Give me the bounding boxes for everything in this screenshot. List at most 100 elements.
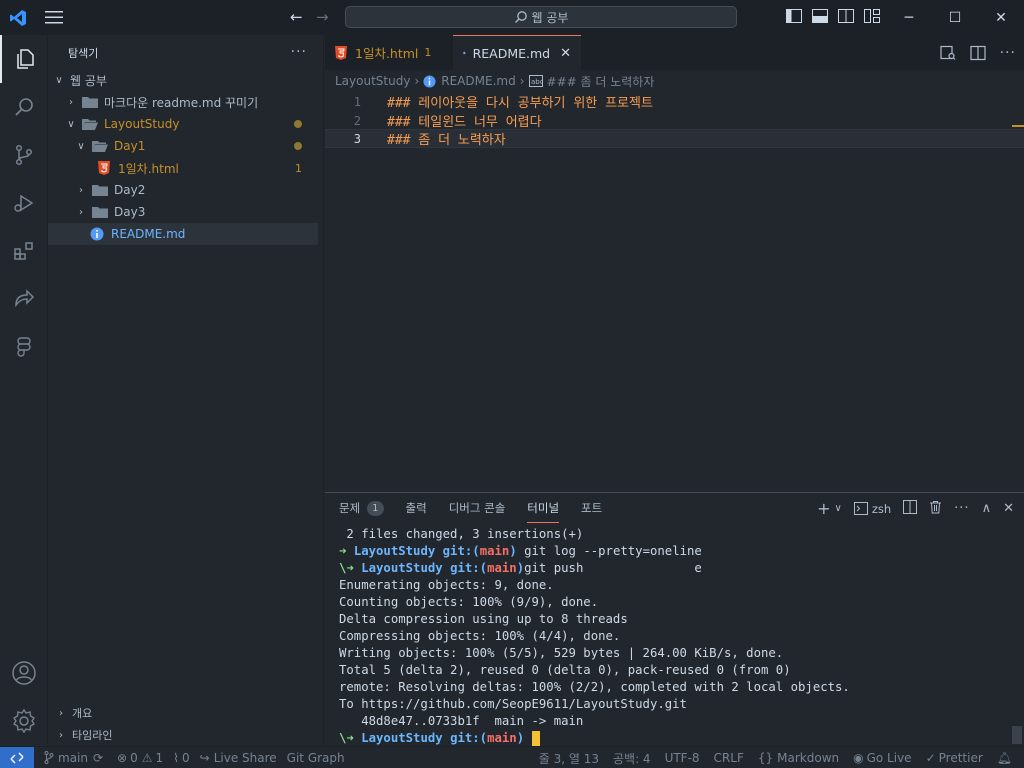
- breadcrumb-separator-icon: ›: [414, 74, 420, 88]
- open-preview-icon[interactable]: [940, 45, 956, 64]
- terminal-command: git log --pretty=oneline: [516, 544, 702, 558]
- tree-folder-day2[interactable]: › Day2: [48, 179, 318, 201]
- tab-debug-console[interactable]: 디버그 콘솔: [449, 493, 506, 523]
- shell-name: zsh: [871, 501, 892, 516]
- run-debug-icon[interactable]: [0, 179, 48, 227]
- close-tab-icon[interactable]: ✕: [560, 46, 571, 61]
- live-share-icon[interactable]: [0, 275, 48, 323]
- language-mode[interactable]: {} Markdown: [758, 751, 839, 765]
- prompt-arrow: ➜: [339, 544, 347, 558]
- explorer-icon[interactable]: [0, 35, 48, 83]
- breadcrumb-symbol[interactable]: ### 좀 더 노력하자: [547, 73, 655, 90]
- prettier-status[interactable]: ✓ Prettier: [926, 751, 983, 765]
- back-arrow-icon[interactable]: ←: [290, 9, 306, 25]
- go-live-status[interactable]: ◉ Go Live: [853, 751, 911, 765]
- breadcrumb-file[interactable]: README.md: [441, 74, 515, 88]
- tab-day1-html[interactable]: 1일차.html 1: [325, 35, 453, 70]
- overview-ruler-marker: [1012, 125, 1024, 127]
- braces-icon: {}: [757, 751, 774, 765]
- workspace-root[interactable]: ∨ 웹 공부: [48, 69, 318, 91]
- terminal-shell-selector[interactable]: zsh: [853, 501, 892, 516]
- branch-status[interactable]: main ⟳: [44, 751, 103, 765]
- terminal-icon: [853, 502, 868, 515]
- toggle-primary-sidebar-icon[interactable]: [786, 9, 804, 25]
- tree-file-day1-html[interactable]: 1일차.html 1: [48, 157, 318, 179]
- forward-arrow-icon[interactable]: →: [316, 9, 332, 25]
- terminal-output[interactable]: 2 files changed, 3 insertions(+) ➜ Layout…: [339, 526, 1019, 747]
- close-panel-icon[interactable]: ✕: [1003, 501, 1014, 516]
- tab-output[interactable]: 출력: [406, 493, 427, 523]
- trash-icon[interactable]: [929, 500, 942, 518]
- go-live-icon: ◉: [853, 751, 864, 765]
- figma-icon[interactable]: [0, 323, 48, 371]
- ports-status[interactable]: ⌇ 0: [173, 751, 190, 765]
- code-line-current: 3 ### 좀 더 노력하자: [325, 129, 1024, 148]
- more-actions-icon[interactable]: ···: [954, 501, 969, 516]
- minimize-button[interactable]: ─: [886, 0, 932, 35]
- search-icon: [514, 11, 527, 23]
- close-window-button[interactable]: ✕: [978, 0, 1024, 35]
- tree-file-readme[interactable]: README.md: [48, 223, 318, 245]
- cursor-position[interactable]: 줄 3, 열 13: [539, 750, 599, 767]
- tree-item-label: Day3: [114, 205, 146, 219]
- info-icon: [463, 51, 466, 55]
- tab-ports[interactable]: 포트: [581, 493, 602, 523]
- settings-gear-icon[interactable]: [0, 697, 48, 745]
- chevron-down-icon: ∨: [67, 118, 75, 130]
- terminal-cursor: [531, 731, 540, 746]
- explorer-sidebar: 탐색기 ··· ∨ 웹 공부 › 마크다운 readme.md 꾸미기 ∨ La…: [48, 35, 324, 745]
- maximize-button[interactable]: ☐: [932, 0, 978, 35]
- prompt-branch: main: [479, 544, 510, 558]
- tree-folder-day1[interactable]: ∨ Day1: [48, 135, 318, 157]
- accounts-icon[interactable]: [0, 649, 48, 697]
- tree-folder-layoutstudy[interactable]: ∨ LayoutStudy: [48, 113, 318, 135]
- remote-indicator-icon[interactable]: [0, 746, 34, 768]
- tab-readme[interactable]: README.md ✕: [453, 35, 581, 70]
- ports-count: 0: [182, 750, 190, 765]
- chevron-down-icon[interactable]: ∨: [835, 503, 842, 514]
- more-actions-icon[interactable]: ···: [1000, 45, 1016, 64]
- prompt-git-close: ): [509, 544, 517, 558]
- command-center-search[interactable]: 웹 공부: [345, 6, 737, 28]
- tab-problems[interactable]: 문제 1: [339, 493, 384, 523]
- terminal-scrollbar[interactable]: [1012, 726, 1022, 744]
- source-control-icon[interactable]: [0, 131, 48, 179]
- outline-section[interactable]: › 개요: [48, 702, 324, 724]
- customize-layout-icon[interactable]: [864, 9, 882, 25]
- toggle-panel-icon[interactable]: [812, 9, 830, 25]
- split-editor-icon[interactable]: [970, 45, 986, 64]
- chevron-down-icon: ∨: [77, 140, 85, 152]
- tree-folder-day3[interactable]: › Day3: [48, 201, 318, 223]
- new-terminal-icon[interactable]: +: [817, 499, 830, 518]
- breadcrumb-folder[interactable]: LayoutStudy: [335, 74, 410, 88]
- tab-label: 디버그 콘솔: [448, 501, 506, 515]
- maximize-panel-icon[interactable]: ∧: [982, 501, 992, 516]
- tab-terminal[interactable]: 터미널: [527, 493, 560, 523]
- chevron-right-icon: ›: [69, 96, 73, 108]
- extensions-icon[interactable]: [0, 227, 48, 275]
- menu-icon[interactable]: [45, 10, 63, 25]
- encoding[interactable]: UTF-8: [665, 751, 700, 765]
- tab-label: 문제: [339, 501, 361, 515]
- terminal-line: 48d8e47..0733b1f main -> main: [339, 714, 584, 728]
- code-editor[interactable]: 1 ### 레이아웃을 다시 공부하기 위한 프로젝트 2 ### 테일윈드 너…: [325, 92, 1024, 492]
- git-graph-status[interactable]: Git Graph: [287, 751, 345, 765]
- radio-tower-icon: ⌇: [173, 750, 180, 765]
- search-icon[interactable]: [0, 83, 48, 131]
- sync-icon[interactable]: ⟳: [93, 751, 103, 765]
- end-of-line[interactable]: CRLF: [714, 751, 744, 765]
- tree-folder-markdown[interactable]: › 마크다운 readme.md 꾸미기: [48, 91, 318, 113]
- more-actions-icon[interactable]: ···: [291, 44, 307, 60]
- terminal-line: Total 5 (delta 2), reused 0 (delta 0), p…: [339, 663, 791, 677]
- problems-status[interactable]: ⊗ 0 ⚠ 1: [117, 751, 163, 765]
- timeline-section[interactable]: › 타임라인: [48, 724, 324, 746]
- notifications-bell-icon[interactable]: 🔔︎: [997, 751, 1012, 765]
- indentation[interactable]: 공백: 4: [613, 750, 651, 767]
- split-terminal-icon[interactable]: [903, 499, 918, 518]
- chevron-right-icon: ›: [59, 707, 63, 719]
- line-number: 1: [353, 94, 361, 109]
- live-share-status[interactable]: ↪ Live Share: [200, 751, 277, 765]
- title-bar: ← → 웹 공부 ─ ☐ ✕: [0, 0, 1024, 35]
- html5-icon: [335, 45, 347, 60]
- toggle-secondary-sidebar-icon[interactable]: [838, 9, 856, 25]
